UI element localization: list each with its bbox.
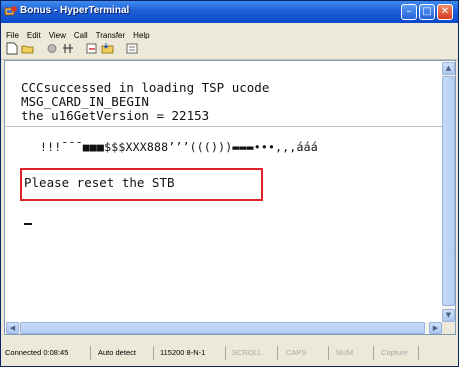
reset-message: Please reset the STB [24, 175, 175, 190]
status-detect: Auto detect [96, 346, 154, 360]
text-cursor [24, 223, 32, 225]
status-num: NUM [334, 346, 374, 360]
close-button[interactable]: ✕ [437, 4, 453, 20]
status-scroll: SCROLL [230, 346, 278, 360]
status-capture: Capture [379, 346, 419, 360]
scroll-right-arrow-icon[interactable]: ▶ [429, 322, 442, 334]
horizontal-scroll-thumb[interactable] [20, 322, 425, 334]
terminal-frame: CCCsuccessed in loading TSP ucode MSG_CA… [4, 60, 456, 335]
vertical-scroll-thumb[interactable] [442, 76, 455, 306]
hyperterminal-app-icon [4, 6, 17, 16]
vertical-scrollbar[interactable]: ▲ ▼ [442, 62, 455, 322]
hyperterminal-window: Bonus - HyperTerminal – □ ✕ File Edit View… [0, 0, 459, 367]
terminal-line: the u16GetVersion = 22153 [21, 108, 210, 123]
receive-icon[interactable] [101, 42, 115, 55]
open-icon[interactable] [21, 42, 35, 55]
scroll-left-arrow-icon[interactable]: ◀ [6, 322, 19, 334]
screen-divider [6, 126, 442, 127]
new-connection-icon[interactable] [5, 42, 19, 55]
properties-icon[interactable] [125, 42, 139, 55]
menu-bar: File Edit View Call Transfer Help [1, 23, 458, 40]
window-title: Bonus - HyperTerminal [20, 5, 130, 16]
horizontal-scrollbar[interactable]: ◀ ▶ [6, 322, 442, 334]
maximize-button[interactable]: □ [419, 4, 435, 20]
scroll-down-arrow-icon[interactable]: ▼ [442, 309, 455, 322]
title-bar[interactable]: Bonus - HyperTerminal – □ ✕ [1, 1, 458, 23]
minimize-button[interactable]: – [401, 4, 417, 20]
terminal-line: CCCsuccessed in loading TSP ucode [21, 80, 270, 95]
terminal-screen[interactable]: CCCsuccessed in loading TSP ucode MSG_CA… [6, 62, 442, 322]
status-port-settings: 115200 8-N-1 [158, 346, 226, 360]
toolbar [1, 39, 458, 60]
disconnect-icon[interactable] [61, 42, 75, 55]
status-bar: Connected 0:08:45 Auto detect 115200 8-N… [1, 341, 458, 366]
call-icon[interactable] [45, 42, 59, 55]
status-overflow [424, 346, 458, 360]
garbled-output-line: !!!¯¯¯■■■$$$XXX888’’’((()))▬▬▬•••,,,ááá [40, 140, 318, 154]
scroll-up-arrow-icon[interactable]: ▲ [442, 62, 455, 75]
status-connected-time: Connected 0:08:45 [3, 346, 91, 360]
terminal-line: MSG_CARD_IN_BEGIN [21, 94, 149, 109]
status-caps: CAPS [284, 346, 329, 360]
scrollbar-corner [442, 322, 455, 334]
send-icon[interactable] [85, 42, 99, 55]
